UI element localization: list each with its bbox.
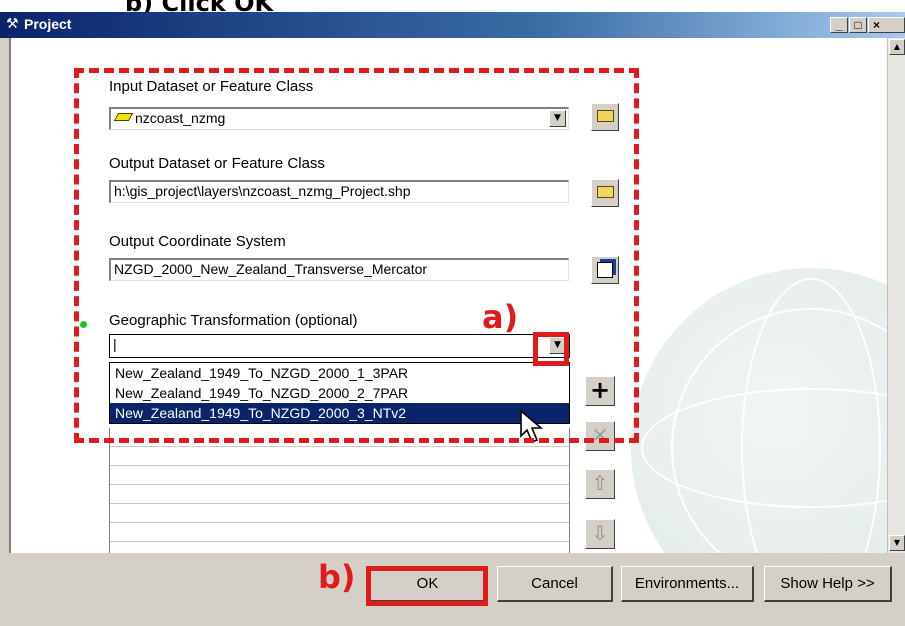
list-row[interactable] bbox=[110, 447, 569, 466]
title-bar[interactable]: ⚒ Project _ □ × bbox=[0, 12, 905, 38]
minimize-button[interactable]: _ bbox=[830, 17, 848, 33]
annotation-label-a: a) bbox=[482, 298, 519, 336]
maximize-button[interactable]: □ bbox=[849, 17, 867, 33]
move-up-button[interactable]: ⇧ bbox=[585, 469, 615, 499]
annotation-label-b: b) bbox=[318, 558, 356, 596]
annotation-box-dropdown bbox=[533, 332, 569, 366]
list-row[interactable] bbox=[110, 466, 569, 485]
annotation-box-ok bbox=[366, 566, 488, 606]
list-row[interactable] bbox=[110, 485, 569, 504]
environments-button[interactable]: Environments... bbox=[621, 566, 754, 602]
hammer-icon: ⚒ bbox=[6, 16, 19, 32]
annotation-dashed-frame bbox=[74, 68, 639, 443]
vertical-scrollbar[interactable]: ▲ ▼ bbox=[887, 38, 905, 553]
move-down-button[interactable]: ⇩ bbox=[585, 519, 615, 549]
show-help-button[interactable]: Show Help >> bbox=[764, 566, 892, 602]
list-row[interactable] bbox=[110, 504, 569, 523]
scroll-down-arrow[interactable]: ▼ bbox=[889, 535, 905, 551]
window-title: Project bbox=[24, 16, 72, 32]
screenshot-root: b) Click OK ⚒ Project _ □ × Input Datase… bbox=[0, 0, 905, 626]
scroll-up-arrow[interactable]: ▲ bbox=[889, 39, 905, 55]
globe-watermark bbox=[631, 268, 887, 553]
transform-list[interactable] bbox=[109, 428, 570, 553]
close-button[interactable]: × bbox=[868, 17, 905, 33]
list-row[interactable] bbox=[110, 523, 569, 542]
cancel-button[interactable]: Cancel bbox=[497, 566, 613, 602]
